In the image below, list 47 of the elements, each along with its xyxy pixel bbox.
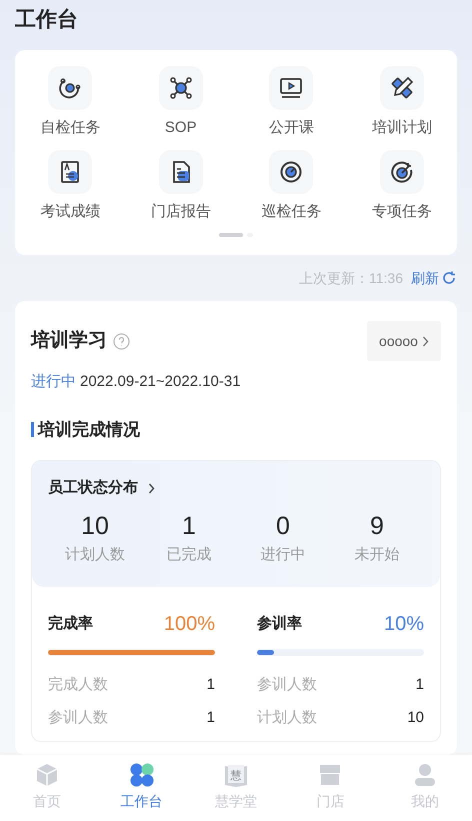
metric-label: 参训人数 (48, 708, 108, 728)
video-player-icon (278, 75, 304, 101)
selector-button[interactable]: ooooo (367, 321, 441, 361)
network-icon (168, 75, 194, 101)
shortcut-item[interactable]: 专项任务 (346, 150, 457, 223)
metric-label: 完成人数 (48, 675, 108, 695)
shortcut-item[interactable]: 培训计划 (346, 66, 457, 140)
metric-label: 参训人数 (257, 675, 317, 695)
metric-value: 1 (206, 708, 215, 728)
clover-icon (128, 761, 156, 789)
stat-value: 9 (370, 510, 384, 542)
rate-title: 参训率 (257, 614, 302, 634)
distribution-link[interactable]: 员工状态分布 (48, 477, 155, 500)
date-range: 2022.09-21~2022.10-31 (80, 372, 241, 392)
stat-value: 0 (276, 510, 290, 542)
last-updated-text: 上次更新：11:36 (299, 268, 403, 288)
page-title: 工作台 (15, 7, 78, 34)
metric-label: 计划人数 (257, 708, 317, 728)
rate-title: 完成率 (48, 614, 93, 634)
rate-value: 10% (384, 612, 424, 637)
stat-value: 1 (182, 510, 196, 542)
tab-item[interactable]: 工作台 (94, 761, 189, 821)
stat-value: 10 (81, 510, 109, 542)
stat-label: 已完成 (166, 544, 212, 564)
chevron-right-icon (422, 336, 429, 346)
shortcut-item[interactable]: 公开课 (236, 66, 346, 140)
metric-value: 10 (407, 708, 424, 728)
refresh-icon (441, 270, 457, 286)
metric-value: 1 (416, 675, 424, 695)
help-icon[interactable] (113, 332, 130, 350)
dartboard-icon (388, 158, 415, 184)
target-icon (278, 158, 304, 184)
metric-value: 1 (206, 675, 215, 695)
stat-label: 计划人数 (65, 544, 125, 564)
section-title: 培训完成情况 (38, 418, 140, 440)
refresh-button[interactable]: 刷新 (411, 268, 457, 288)
shortcut-item[interactable]: 考试成绩 (15, 150, 126, 223)
card-title: 培训学习 (31, 328, 107, 353)
shortcut-item[interactable]: 自检任务 (15, 66, 126, 140)
status-text: 进行中 (31, 372, 76, 392)
chevron-right-icon (148, 482, 155, 494)
stat-label: 未开始 (354, 544, 400, 564)
shortcut-item[interactable]: 巡检任务 (236, 150, 346, 223)
shortcut-item[interactable]: SOP (126, 66, 236, 140)
shortcut-item[interactable]: 门店报告 (126, 150, 236, 223)
rate-value: 100% (164, 612, 215, 637)
stat-label: 进行中 (260, 544, 306, 564)
